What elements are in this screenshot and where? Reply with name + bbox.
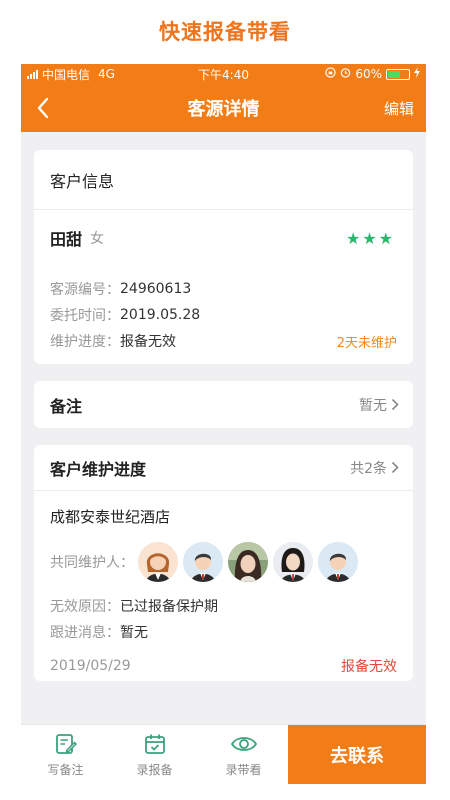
battery-icon xyxy=(386,68,410,80)
maintenance-card: 客户维护进度 共2条 成都安泰世纪酒店 共同维护人： 无效原因： 已过报备保护期… xyxy=(34,445,413,681)
hotel-name: 成都安泰世纪酒店 xyxy=(50,507,171,526)
chevron-right-icon xyxy=(391,398,399,411)
avatar[interactable] xyxy=(273,542,313,582)
record-report-button[interactable]: 录报备 xyxy=(110,725,199,784)
page-title: 客源详情 xyxy=(187,99,260,120)
invalid-reason-value: 已过报备保护期 xyxy=(120,599,218,615)
rating-stars: ★★★ xyxy=(345,228,395,248)
avatar[interactable] xyxy=(318,542,358,582)
progress-label: 维护进度： xyxy=(50,334,120,350)
maintenance-count: 共2条 xyxy=(350,460,387,477)
record-date: 2019/05/29 xyxy=(50,658,131,674)
write-note-button[interactable]: 写备注 xyxy=(21,725,110,784)
record-visit-button[interactable]: 录带看 xyxy=(199,725,288,784)
maintenance-header[interactable]: 客户维护进度 共2条 xyxy=(34,445,413,491)
contact-button[interactable]: 去联系 xyxy=(288,725,426,784)
entrust-time-label: 委托时间： xyxy=(50,308,120,324)
customer-id-value: 24960613 xyxy=(120,281,192,297)
progress-value: 报备无效 xyxy=(120,334,176,350)
entrust-time-value: 2019.05.28 xyxy=(120,307,201,323)
customer-info-title: 客户信息 xyxy=(34,150,413,210)
avatar[interactable] xyxy=(138,542,178,582)
nav-bar: 客源详情 编辑 xyxy=(21,84,426,132)
battery-percent: 60% xyxy=(355,67,382,81)
carrier-label: 中国电信 xyxy=(42,67,91,82)
invalid-reason-label: 无效原因： xyxy=(50,599,120,615)
customer-info-card: 客户信息 田甜 女 ★★★ 客源编号： 24960613 委托时间： 2019.… xyxy=(34,150,413,364)
alarm-icon xyxy=(340,67,351,81)
promo-title: 快速报备带看 xyxy=(159,20,291,44)
follow-message-row: 跟进消息： 暂无 xyxy=(34,619,413,645)
customer-id-row: 客源编号： 24960613 xyxy=(34,276,413,302)
back-button[interactable] xyxy=(21,84,65,132)
customer-id-label: 客源编号： xyxy=(50,282,120,298)
co-maintainers-label: 共同维护人： xyxy=(50,555,134,571)
follow-message-value: 暂无 xyxy=(120,625,148,641)
entrust-time-row: 委托时间： 2019.05.28 xyxy=(34,302,413,328)
remarks-value: 暂无 xyxy=(359,397,387,414)
avatar[interactable] xyxy=(183,542,223,582)
customer-gender: 女 xyxy=(90,231,105,247)
rotation-lock-icon xyxy=(325,67,337,81)
chevron-left-icon xyxy=(37,97,49,119)
edit-button[interactable]: 编辑 xyxy=(384,98,414,119)
avatar[interactable] xyxy=(228,542,268,582)
status-bar: 中国电信 4G 下午4:40 60% xyxy=(21,64,426,84)
signal-icon xyxy=(27,69,38,79)
eye-icon xyxy=(230,736,257,751)
maintenance-alert: 2天未维护 xyxy=(336,335,397,351)
edit-note-icon xyxy=(55,733,77,754)
record-footer: 2019/05/29 报备无效 xyxy=(34,651,413,681)
maintenance-title: 客户维护进度 xyxy=(50,459,147,479)
charging-icon xyxy=(414,67,420,81)
remarks-row[interactable]: 备注 暂无 xyxy=(34,381,413,428)
phone-screen: 中国电信 4G 下午4:40 60% 客源详情 编辑 客户信息 田甜 女 ★★★… xyxy=(21,64,426,784)
co-maintainers-row: 共同维护人： xyxy=(34,541,413,583)
progress-row: 维护进度： 报备无效 2天未维护 xyxy=(34,328,413,354)
calendar-check-icon xyxy=(144,734,165,754)
remarks-label: 备注 xyxy=(50,396,83,416)
bottom-toolbar: 写备注 录报备 录带看 去联系 xyxy=(21,724,426,784)
record-visit-label: 录带看 xyxy=(225,762,262,777)
follow-message-label: 跟进消息： xyxy=(50,625,120,641)
record-report-label: 录报备 xyxy=(136,762,173,777)
record-status: 报备无效 xyxy=(341,659,397,675)
network-label: 4G xyxy=(98,67,115,81)
invalid-reason-row: 无效原因： 已过报备保护期 xyxy=(34,593,413,619)
chevron-right-icon xyxy=(391,461,399,474)
write-note-label: 写备注 xyxy=(47,762,84,777)
customer-name: 田甜 xyxy=(50,230,83,249)
